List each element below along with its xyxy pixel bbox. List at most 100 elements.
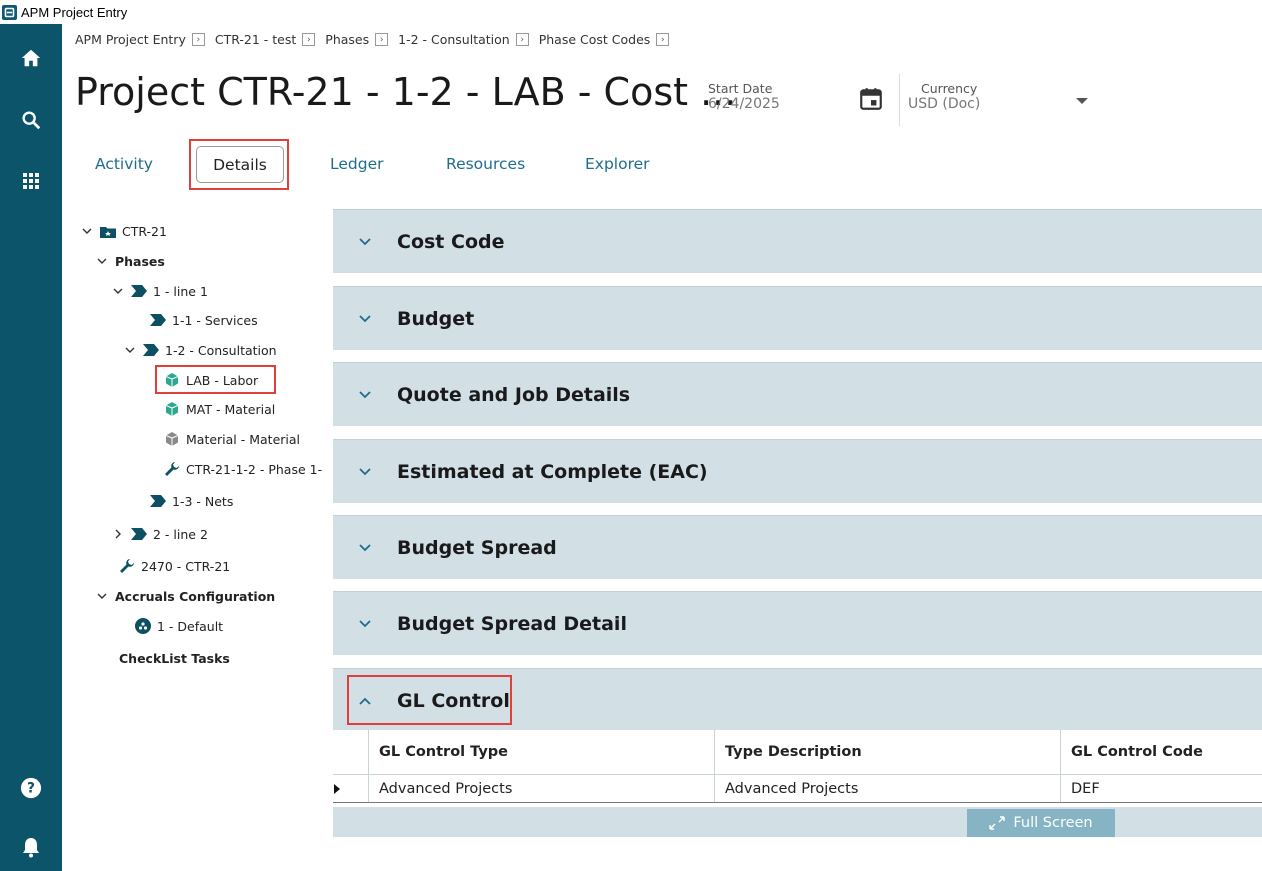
tree-item-mat[interactable]: MAT - Material [164,399,275,419]
breadcrumb-item[interactable]: APM Project Entry › [75,32,205,47]
app-logo-icon [2,4,17,20]
currency-label: Currency [921,81,978,96]
section-title: Budget Spread Detail [397,612,627,635]
main-content: Cost Code Budget Quote and Job Details E… [333,208,1262,871]
tree-item-default[interactable]: 1 - Default [135,616,223,636]
section-title: Budget [397,307,475,330]
chevron-down-icon [357,314,373,323]
chevron-down-icon [357,390,373,399]
chevron-right-icon: › [302,33,316,46]
section-budget[interactable]: Budget [333,286,1262,350]
chevron-down-icon[interactable] [95,258,109,265]
section-quote-job-details[interactable]: Quote and Job Details [333,362,1262,426]
grid-icon[interactable] [0,161,62,201]
phase-icon [150,493,166,509]
help-icon[interactable]: ? [0,768,62,808]
title-bar: APM Project Entry [0,0,1262,24]
currency-field[interactable]: Currency USD (Doc) [908,81,980,112]
chevron-down-icon[interactable] [123,347,137,354]
tree-item-material[interactable]: Material - Material [164,429,300,449]
chevron-down-icon [357,467,373,476]
column-header[interactable]: GL Control Code [1060,730,1262,774]
chevron-down-icon [357,237,373,246]
bell-icon[interactable] [0,827,62,867]
tree-item-label: 1-2 - Consultation [165,342,277,358]
tree-item-accruals[interactable]: Accruals Configuration [95,586,275,606]
table-cell[interactable]: Advanced Projects [714,775,1060,802]
tree-item-label: CTR-21 [122,223,167,239]
phase-icon [131,526,147,542]
chevron-down-icon[interactable] [111,288,125,295]
tree-item-label: Accruals Configuration [115,588,276,604]
tree-item-phases[interactable]: Phases [95,251,165,271]
breadcrumb-item[interactable]: CTR-21 - test › [214,32,316,47]
tree-item-label: CheckList Tasks [119,650,230,666]
tab-details[interactable]: Details [196,146,284,183]
grid-header-row: GL Control Type Type Description GL Cont… [333,730,1262,775]
home-icon[interactable] [0,38,62,78]
tree-item-label: 1 - Default [157,618,224,634]
tree-item-labor[interactable]: LAB - Labor [164,370,258,390]
tab-explorer[interactable]: Explorer [585,155,650,173]
tree-item-label: 2470 - CTR-21 [141,558,231,574]
gl-control-grid: GL Control Type Type Description GL Cont… [333,730,1262,803]
phase-icon [150,312,166,328]
table-cell[interactable]: DEF [1060,775,1262,802]
tree-item-services[interactable]: 1-1 - Services [150,310,258,330]
start-date-label: Start Date [708,81,773,96]
tree-item-consultation[interactable]: 1-2 - Consultation [123,340,277,360]
column-header[interactable]: GL Control Type [368,730,714,774]
tree-item-nets[interactable]: 1-3 - Nets [150,491,233,511]
section-budget-spread[interactable]: Budget Spread [333,515,1262,579]
section-title: Estimated at Complete (EAC) [397,460,708,483]
phase-icon [131,283,147,299]
tree-item-phase-wrench[interactable]: CTR-21-1-2 - Phase 1- [164,459,322,479]
breadcrumb-label: Phases [325,32,370,47]
section-budget-spread-detail[interactable]: Budget Spread Detail [333,591,1262,655]
chevron-down-icon[interactable] [95,593,109,600]
section-eac[interactable]: Estimated at Complete (EAC) [333,439,1262,503]
header-divider [899,74,900,126]
start-date-field[interactable]: Start Date 6/24/2025 [708,81,780,112]
tree-item-ctr-21[interactable]: CTR-21 [80,221,167,241]
tab-ledger[interactable]: Ledger [330,155,384,173]
tab-resources[interactable]: Resources [446,155,525,173]
table-row[interactable]: Advanced Projects Advanced Projects DEF [333,775,1262,803]
folder-icon [100,223,116,239]
tree-item-label: 1 - line 1 [153,283,208,299]
breadcrumb-label: Phase Cost Codes [538,32,651,47]
section-cost-code[interactable]: Cost Code [333,209,1262,273]
expand-icon [989,816,1006,830]
section-title: Cost Code [397,230,505,253]
row-selector[interactable] [333,775,368,802]
wrench-icon [164,461,180,477]
breadcrumb-item[interactable]: Phases › [325,32,389,47]
tree-item-checklist[interactable]: CheckList Tasks [119,648,230,668]
breadcrumb-item[interactable]: 1-2 - Consultation › [398,32,529,47]
window-title: APM Project Entry [21,4,128,20]
tree-item-line-2[interactable]: 2 - line 2 [111,524,208,544]
chevron-down-icon[interactable] [1076,98,1088,104]
tab-activity[interactable]: Activity [95,155,153,173]
currency-value: USD (Doc) [908,96,981,112]
search-icon[interactable] [0,100,62,140]
tree-item-2470[interactable]: 2470 - CTR-21 [119,556,230,576]
chevron-down-icon[interactable] [80,228,94,235]
chevron-right-icon[interactable] [111,529,125,539]
tree-item-label: LAB - Labor [186,372,259,388]
tree-item-line-1[interactable]: 1 - line 1 [111,281,208,301]
tree-item-label: MAT - Material [186,401,276,417]
full-screen-button[interactable]: Full Screen [967,809,1115,837]
tree-item-label: Material - Material [186,431,301,447]
cube-icon [164,431,180,447]
breadcrumb-label: CTR-21 - test [214,32,297,47]
table-cell[interactable]: Advanced Projects [368,775,714,802]
chevron-right-icon: › [191,33,205,46]
breadcrumb-item[interactable]: Phase Cost Codes › [539,32,670,47]
column-header[interactable]: Type Description [714,730,1060,774]
tree-item-label: 2 - line 2 [153,526,208,542]
section-title: Quote and Job Details [397,383,631,406]
highlight-box [347,675,512,725]
chevron-down-icon [357,619,373,628]
calendar-icon[interactable] [858,86,884,112]
